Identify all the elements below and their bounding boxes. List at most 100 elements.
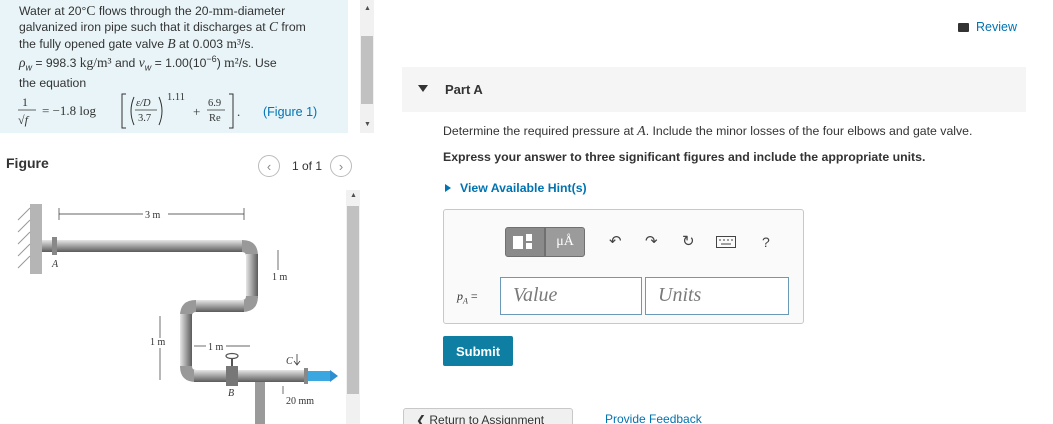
answer-box: μÅ ↶ ↷ ↻ ? pA = Value Units [443,209,804,324]
return-to-assignment-button[interactable]: ❮ Return to Assignment [403,408,573,424]
figure-heading: Figure [6,155,49,171]
chevron-right-icon: › [338,158,344,174]
right-vertical-pipe [246,254,258,298]
problem-text-line2: galvanized iron pipe such that it discha… [19,20,269,35]
problem-text-and: and [111,55,139,70]
label-B: B [228,388,234,399]
exponent-neg6: −6 [206,53,217,64]
collapse-caret-icon[interactable] [418,85,428,92]
dim-1m-right-label: 1 m [272,272,288,283]
hints-label: View Available Hint(s) [460,181,587,195]
eq-numerator: 1 [22,95,28,109]
pipe-diagram-svg: 3 m A 1 m 1 m 1 m B C 20 mm [17,204,338,424]
help-icon[interactable]: ? [762,234,770,250]
eq-equals-log: = −1.8 log [42,103,97,118]
submit-button[interactable]: Submit [443,336,513,366]
eq-right-paren [158,96,163,126]
elbow-mid-right [242,296,258,312]
units-icon: μÅ [556,234,574,249]
c-arrow-icon [293,354,301,366]
provide-feedback-link[interactable]: Provide Feedback [605,412,702,424]
eq-3-7: 3.7 [138,113,151,124]
eq-period: . [237,104,240,119]
eq-left-paren [130,96,135,126]
problem-text-nu-value: = 1.00(10 [151,55,207,70]
problem-text-line1c: -diameter [233,4,286,18]
scroll-up-arrow-icon[interactable]: ▲ [364,5,371,12]
problem-text: Water at 20° C flows through the 20-mm-di… [0,0,340,91]
problem-text-line1b: flows through the 20- [95,4,213,18]
next-figure-button[interactable]: › [330,155,353,177]
reset-icon[interactable]: ↻ [682,234,695,250]
unit-mm: mm [212,3,234,18]
water-jet-tip [330,370,338,382]
problem-scrollbar[interactable]: ▲ ▼ [360,0,374,133]
undo-icon[interactable]: ↶ [609,234,622,250]
part-title: Part A [445,82,483,97]
eq-Re: Re [209,113,221,124]
question-text-c: . Include the minor losses of the four e… [645,124,973,138]
book-icon [958,22,969,32]
keyboard-icon-svg [716,236,736,248]
figure-scroll-up-icon[interactable]: ▲ [350,192,357,199]
question-text-a: Determine the required pressure at [443,124,638,138]
label-A: A [51,259,59,270]
answer-label-eq: = [467,289,478,303]
left-vertical-pipe [180,314,192,368]
support-post [255,382,265,424]
label-C: C [286,356,293,367]
scroll-down-arrow-icon[interactable]: ▼ [364,121,371,128]
problem-text-line3: the fully opened gate valve [19,36,168,51]
eq-sqrt-f: √f [18,113,30,127]
chevron-left-icon: ‹ [266,158,272,174]
problem-text-line1: Water at 20° [19,4,87,18]
prev-figure-button[interactable]: ‹ [258,155,280,177]
units-button[interactable]: μÅ [545,227,585,257]
dim-3m-label: 3 m [145,210,161,221]
templates-button[interactable] [505,227,545,257]
problem-text-use: /s. Use [238,55,277,70]
eq-eps-over-d: ε/D [136,98,151,109]
math-toolbar-group: μÅ [505,227,585,257]
problem-scroll-thumb[interactable] [361,36,373,104]
figure-scroll-thumb[interactable] [347,206,359,394]
unit-m3: m³ [226,35,242,51]
value-input[interactable]: Value [500,277,642,315]
answer-instruction: Express your answer to three significant… [443,150,926,164]
eq-left-bracket [121,93,126,129]
eq-right-bracket [229,93,234,129]
figure-pager: ‹ 1 of 1 › [258,155,353,177]
elbow-mid-left [180,300,196,316]
review-link[interactable]: Review [958,20,1017,34]
pipe-system-figure: 3 m A 1 m 1 m 1 m B C 20 mm [0,190,345,424]
unit-m2: m² [224,54,239,70]
figure-scrollbar[interactable]: ▲ [346,190,360,424]
dim-20mm-label: 20 mm [286,396,314,407]
question-text: Determine the required pressure at A. In… [443,124,972,140]
bottom-pipe [194,370,306,382]
answer-variable-label: pA = [457,289,478,305]
dim-1m-left-label: 1 m [150,337,166,348]
redo-icon[interactable]: ↷ [645,234,658,250]
figure-page-count: 1 of 1 [292,159,323,173]
figure-1-link[interactable]: (Figure 1) [263,105,317,119]
water-jet [308,371,330,381]
elbow-bottom-left [180,366,196,382]
problem-text-line2b: from [278,20,306,35]
gate-valve [226,366,238,386]
top-pipe [42,240,242,252]
templates-icon [513,234,532,249]
eq-6-9: 6.9 [208,98,221,109]
flange-A [52,237,57,255]
units-input[interactable]: Units [645,277,789,315]
review-label: Review [976,20,1017,34]
keyboard-icon[interactable] [716,236,736,252]
hint-expand-icon [445,184,451,192]
elbow-top-right [242,240,258,256]
eq-exponent: 1.11 [167,92,185,103]
symbol-C-2: C [269,19,279,35]
dim-1m-mid-label: 1 m [208,342,224,353]
part-a-header[interactable]: Part A [402,67,1026,112]
colebrook-equation: 1 √f = −1.8 log ε/D 3.7 1.11 + 6.9 Re . [18,88,268,133]
view-hints-link[interactable]: View Available Hint(s) [445,181,587,195]
